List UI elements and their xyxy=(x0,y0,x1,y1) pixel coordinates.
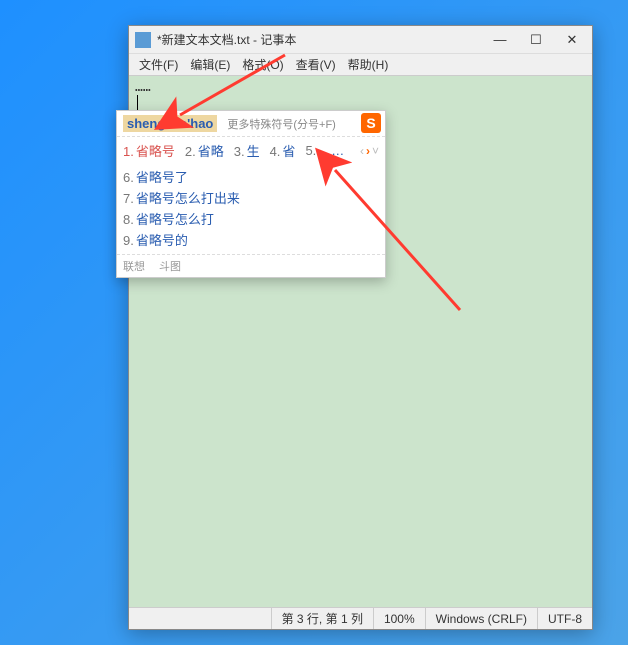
ime-candidate[interactable]: 7.省略号怎么打出来 xyxy=(123,187,379,208)
ime-nav: ‹ › ˅ xyxy=(360,144,379,158)
ime-candidate[interactable]: 2.省略 xyxy=(185,141,224,160)
ime-next-icon[interactable]: › xyxy=(366,144,370,158)
ime-candidate[interactable]: 5.…… xyxy=(305,143,344,158)
ime-candidate[interactable]: 1.省略号 xyxy=(123,141,175,160)
status-encoding: UTF-8 xyxy=(537,608,592,629)
ime-popup: sheng'lue'hao 更多特殊符号(分号+F) S 1.省略号 2.省略 … xyxy=(116,110,386,278)
ime-candidate-row: 1.省略号 2.省略 3.生 4.省 5.…… ‹ › ˅ xyxy=(117,137,385,164)
close-button[interactable]: ✕ xyxy=(558,30,586,50)
status-position: 第 3 行, 第 1 列 xyxy=(271,608,373,629)
sogou-logo-icon: S xyxy=(361,113,381,133)
ime-candidate[interactable]: 3.生 xyxy=(234,141,260,160)
status-eol: Windows (CRLF) xyxy=(425,608,537,629)
titlebar[interactable]: *新建文本文档.txt - 记事本 — ☐ ✕ xyxy=(129,26,592,54)
ime-candidate[interactable]: 8.省略号怎么打 xyxy=(123,208,379,229)
minimize-button[interactable]: — xyxy=(486,30,514,50)
ime-hint[interactable]: 更多特殊符号(分号+F) xyxy=(227,116,335,132)
editor-text: …… xyxy=(135,80,151,95)
menubar: 文件(F) 编辑(E) 格式(O) 查看(V) 帮助(H) xyxy=(129,54,592,76)
ime-doutu-tab[interactable]: 斗图 xyxy=(159,258,181,274)
ime-candidate[interactable]: 6.省略号了 xyxy=(123,166,379,187)
window-title: *新建文本文档.txt - 记事本 xyxy=(157,31,486,48)
ime-dropdown-icon[interactable]: ˅ xyxy=(372,144,379,158)
menu-view[interactable]: 查看(V) xyxy=(290,56,342,73)
ime-prev-icon[interactable]: ‹ xyxy=(360,144,364,158)
text-cursor-icon xyxy=(137,95,138,111)
ime-footer: 联想 斗图 xyxy=(117,254,385,277)
ime-header: sheng'lue'hao 更多特殊符号(分号+F) S xyxy=(117,111,385,137)
ime-candidate[interactable]: 4.省 xyxy=(270,141,296,160)
menu-file[interactable]: 文件(F) xyxy=(133,56,184,73)
menu-help[interactable]: 帮助(H) xyxy=(342,56,395,73)
menu-format[interactable]: 格式(O) xyxy=(236,56,289,73)
window-controls: — ☐ ✕ xyxy=(486,30,586,50)
menu-edit[interactable]: 编辑(E) xyxy=(184,56,236,73)
status-zoom: 100% xyxy=(373,608,425,629)
ime-input-text: sheng'lue'hao xyxy=(123,115,217,132)
ime-lianxiang-tab[interactable]: 联想 xyxy=(123,258,145,274)
ime-candidate-list: 6.省略号了 7.省略号怎么打出来 8.省略号怎么打 9.省略号的 xyxy=(117,164,385,254)
maximize-button[interactable]: ☐ xyxy=(522,30,550,50)
notepad-icon xyxy=(135,32,151,48)
statusbar: 第 3 行, 第 1 列 100% Windows (CRLF) UTF-8 xyxy=(129,607,592,629)
ime-candidate[interactable]: 9.省略号的 xyxy=(123,229,379,250)
